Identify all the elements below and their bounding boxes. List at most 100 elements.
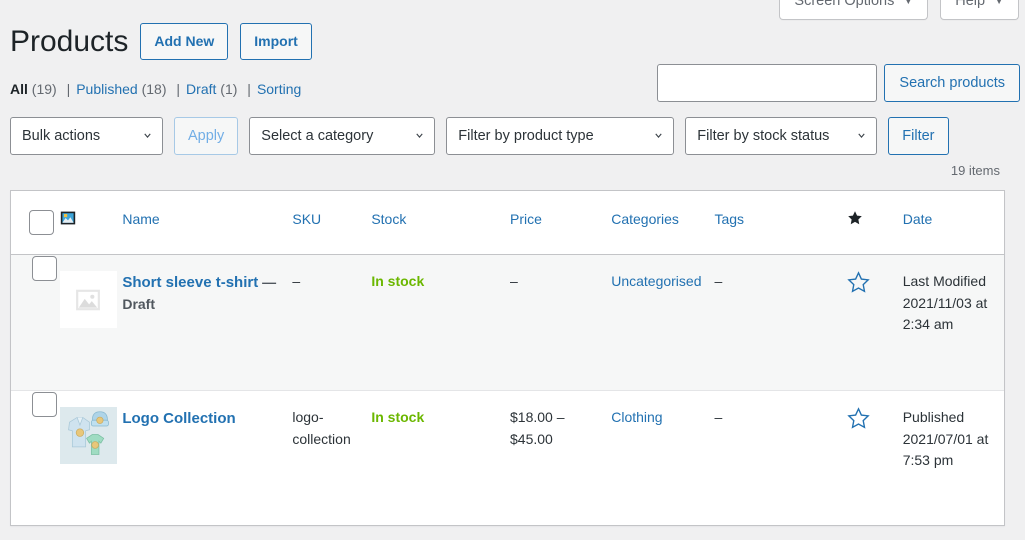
- status-link-draft: Draft (1) |: [186, 75, 257, 103]
- row-name-cell: Short sleeve t-shirt — Draft: [122, 255, 293, 390]
- column-header-name-label: Name: [122, 211, 160, 227]
- product-type-filter-label: Filter by product type: [458, 128, 594, 144]
- status-link-all-count: (19): [31, 81, 57, 97]
- search-products-button[interactable]: Search products: [884, 64, 1020, 102]
- row-thumbnail-cell: [59, 390, 123, 525]
- stock-status-filter-label: Filter by stock status: [697, 128, 830, 144]
- category-link[interactable]: Uncategorised: [611, 273, 701, 289]
- table-body: Short sleeve t-shirt — Draft – In stock …: [11, 255, 1004, 525]
- column-header-sku[interactable]: SKU: [292, 191, 372, 255]
- date-value: 2021/11/03 at 2:34 am: [902, 294, 988, 333]
- row-checkbox[interactable]: [31, 256, 57, 281]
- chevron-down-icon: [416, 133, 423, 139]
- row-stock-cell: In stock: [371, 390, 510, 525]
- column-header-date-label: Date: [902, 211, 933, 227]
- column-header-price-label: Price: [510, 211, 542, 227]
- column-header-categories: Categories: [611, 191, 715, 255]
- status-link-published-label[interactable]: Published: [76, 81, 138, 97]
- category-filter-label: Select a category: [261, 128, 374, 144]
- status-link-draft-count: (1): [220, 81, 238, 97]
- chevron-down-icon: [655, 133, 662, 139]
- column-header-tags: Tags: [714, 191, 848, 255]
- select-all-checkbox[interactable]: [29, 210, 54, 235]
- page-title: Products: [10, 25, 129, 58]
- row-sku-cell: logo-collection: [292, 390, 372, 525]
- help-tab[interactable]: Help ▼: [940, 0, 1019, 20]
- row-date-cell: Last Modified 2021/11/03 at 2:34 am: [902, 255, 1004, 390]
- select-all-header: [11, 191, 60, 255]
- row-featured-cell: [847, 255, 903, 390]
- search-input[interactable]: [657, 64, 878, 102]
- stock-status: In stock: [371, 409, 425, 425]
- items-count: 19 items: [950, 163, 1000, 178]
- column-header-sku-label: SKU: [292, 211, 322, 227]
- import-button[interactable]: Import: [240, 23, 312, 60]
- image-icon: [60, 211, 75, 225]
- screen-meta-links: Screen Options ▼ Help ▼: [779, 0, 1019, 20]
- image-placeholder-icon: [76, 289, 100, 310]
- separator: |: [247, 81, 251, 97]
- column-header-thumbnail: [59, 191, 123, 255]
- chevron-down-icon: [144, 133, 151, 139]
- chevron-down-icon: ▼: [903, 0, 914, 7]
- separator: |: [176, 81, 181, 97]
- column-header-tags-label: Tags: [714, 211, 745, 227]
- row-select-cell: [11, 390, 60, 525]
- product-thumbnail[interactable]: [59, 407, 117, 464]
- separator: |: [66, 81, 71, 97]
- bulk-actions-label: Bulk actions: [22, 128, 101, 144]
- category-link[interactable]: Clothing: [611, 409, 662, 425]
- status-link-all-label[interactable]: All: [10, 81, 28, 97]
- product-type-filter-select[interactable]: Filter by product type: [446, 117, 675, 155]
- table-head: Name SKU Stock Price Categories Tags Dat…: [11, 191, 1004, 255]
- status-link-sorting-label[interactable]: Sorting: [257, 81, 301, 97]
- table-header-row: Name SKU Stock Price Categories Tags Dat…: [11, 191, 1004, 255]
- products-table: Name SKU Stock Price Categories Tags Dat…: [10, 190, 1005, 526]
- row-price-cell: $18.00 – $45.00: [510, 390, 612, 525]
- category-filter-select[interactable]: Select a category: [249, 117, 436, 155]
- row-stock-cell: In stock: [371, 255, 510, 390]
- column-header-name[interactable]: Name: [122, 191, 293, 255]
- logo-collection-photo-icon: [59, 407, 117, 464]
- apply-button[interactable]: Apply: [174, 117, 239, 155]
- row-thumbnail-cell: [59, 255, 123, 390]
- product-thumbnail[interactable]: [59, 271, 117, 328]
- row-sku-cell: –: [292, 255, 372, 390]
- column-header-featured: [847, 191, 903, 255]
- chevron-down-icon: ▼: [994, 0, 1004, 7]
- featured-star-icon[interactable]: [847, 271, 870, 294]
- column-header-categories-label: Categories: [611, 211, 679, 227]
- add-new-button[interactable]: Add New: [140, 23, 229, 60]
- bulk-actions-select[interactable]: Bulk actions: [10, 117, 163, 155]
- status-link-all: All (19) |: [10, 75, 76, 103]
- filter-button[interactable]: Filter: [888, 117, 949, 155]
- row-date-cell: Published 2021/07/01 at 7:53 pm: [902, 390, 1004, 525]
- product-name-link[interactable]: Logo Collection: [122, 410, 235, 427]
- table-row: Short sleeve t-shirt — Draft – In stock …: [11, 255, 1004, 390]
- row-select-cell: [11, 255, 60, 390]
- featured-star-icon[interactable]: [847, 407, 870, 430]
- stock-status-filter-select[interactable]: Filter by stock status: [685, 117, 878, 155]
- products-page: Screen Options ▼ Help ▼ Products Add New…: [0, 0, 1025, 526]
- screen-options-tab[interactable]: Screen Options ▼: [779, 0, 929, 20]
- column-header-stock-label: Stock: [371, 211, 407, 227]
- column-header-date[interactable]: Date: [902, 191, 1004, 255]
- screen-options-label: Screen Options: [794, 0, 895, 9]
- status-link-draft-label[interactable]: Draft: [186, 81, 216, 97]
- status-link-sorting: Sorting: [257, 75, 301, 103]
- column-header-price[interactable]: Price: [510, 191, 612, 255]
- row-categories-cell: Clothing: [611, 390, 715, 525]
- date-value: 2021/07/01 at 7:53 pm: [902, 430, 989, 469]
- chevron-down-icon: [858, 133, 865, 139]
- table-filters-toolbar: Bulk actions Apply Select a category Fil…: [10, 116, 1005, 178]
- date-status: Last Modified: [902, 273, 986, 289]
- status-link-published: Published (18) |: [76, 75, 186, 103]
- row-tags-cell: –: [714, 390, 848, 525]
- row-price-cell: –: [510, 255, 612, 390]
- row-categories-cell: Uncategorised: [611, 255, 715, 390]
- stock-status: In stock: [371, 273, 425, 289]
- table-row: Logo Collection logo-collection In stock…: [11, 390, 1004, 525]
- row-checkbox[interactable]: [31, 392, 57, 417]
- product-name-link[interactable]: Short sleeve t-shirt: [122, 274, 258, 291]
- row-name-cell: Logo Collection: [122, 390, 293, 525]
